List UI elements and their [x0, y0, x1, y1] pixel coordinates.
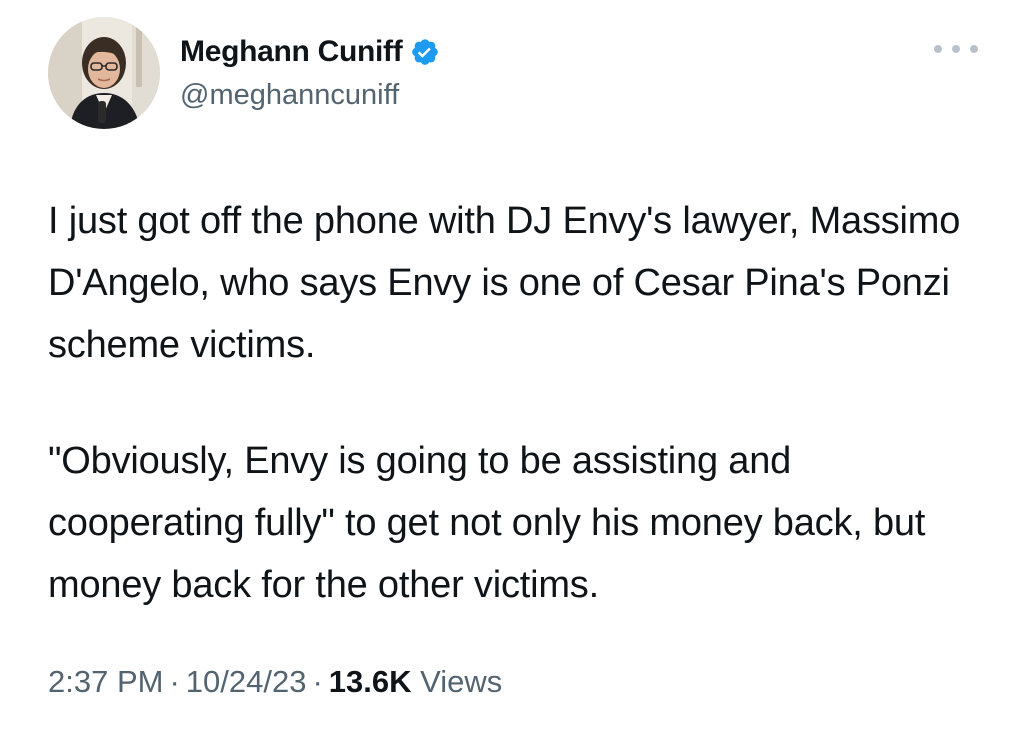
tweet-paragraph: "Obviously, Envy is going to be assistin… [48, 440, 926, 606]
views-count[interactable]: 13.6K [329, 664, 412, 699]
tweet-time[interactable]: 2:37 PM [48, 664, 163, 699]
author-display-name[interactable]: Meghann Cuniff [180, 35, 403, 69]
profile-photo-icon [48, 17, 160, 129]
more-options-button[interactable] [934, 39, 978, 59]
more-dot-icon [934, 45, 942, 53]
more-dot-icon [952, 45, 960, 53]
more-dot-icon [970, 45, 978, 53]
tweet-paragraph: I just got off the phone with DJ Envy's … [48, 200, 961, 366]
author-identity: Meghann Cuniff @meghanncuniff [180, 31, 440, 112]
verified-badge-icon[interactable] [410, 37, 440, 67]
tweet-meta: 2:37 PM · 10/24/23 · 13.6K Views [48, 664, 502, 700]
meta-separator: · [169, 664, 180, 699]
author-handle[interactable]: @meghanncuniff [180, 79, 440, 112]
tweet-header: Meghann Cuniff @meghanncuniff [48, 17, 978, 133]
meta-separator: · [312, 664, 323, 699]
tweet-date[interactable]: 10/24/23 [186, 664, 307, 699]
tweet-text: I just got off the phone with DJ Envy's … [48, 190, 978, 616]
tweet-card: Meghann Cuniff @meghanncuniff I just got… [0, 0, 1024, 731]
views-label: Views [420, 664, 503, 699]
name-row: Meghann Cuniff [180, 31, 440, 73]
avatar[interactable] [48, 17, 160, 129]
